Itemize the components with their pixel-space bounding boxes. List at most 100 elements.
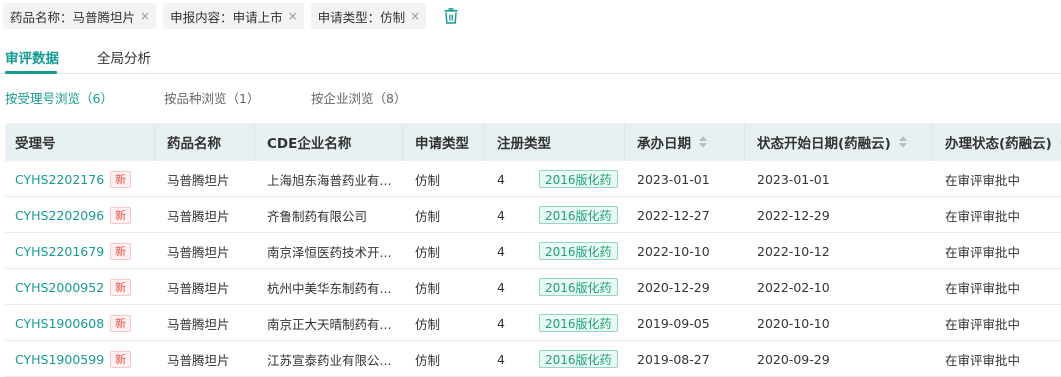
accept-date-cell: 2019-08-27 [637,351,710,367]
company-cell: 上海旭东海普药业有... [267,172,392,188]
drug-name-cell: 马普腾坦片 [167,352,230,368]
table-header: 受理号 药品名称 CDE企业名称 申请类型 注册类型 承办日期 状态开始日期(药… [5,123,1061,161]
main-tabs: 审评数据 全局分析 [0,38,1061,74]
table-row[interactable]: CYHS1900599 新 马普腾坦片 江苏宣泰药业有限公... 仿制 4 20… [5,341,1061,377]
status-date-cell: 2020-10-10 [757,315,830,331]
status-cell: 在审评审批中 [945,352,1021,368]
drug-name-cell: 马普腾坦片 [167,244,230,260]
reg-number-cell: 4 [497,171,505,187]
status-date-cell: 2022-02-10 [757,279,830,295]
trash-icon[interactable] [442,6,460,26]
table-row[interactable]: CYHS1900608 新 马普腾坦片 南京正大天晴制药有... 仿制 4 20… [5,305,1061,341]
header-acceptance-no: 受理号 [15,136,56,152]
acceptance-no-link[interactable]: CYHS2201679 [15,244,104,259]
header-status-start-date-label: 状态开始日期(药融云) [757,136,891,152]
drug-name-cell: 马普腾坦片 [167,208,230,224]
tab-review-data[interactable]: 审评数据 [5,47,59,67]
status-cell: 在审评审批中 [945,172,1021,188]
apply-type-cell: 仿制 [415,352,441,368]
subtab-by-variety[interactable]: 按品种浏览（1） [164,88,259,107]
header-status-start-date[interactable]: 状态开始日期(药融云) [757,123,907,161]
subtab-by-company[interactable]: 按企业浏览（8） [311,88,406,107]
accept-date-cell: 2020-12-29 [637,279,710,295]
header-company: CDE企业名称 [267,136,352,152]
column-divider [254,123,255,161]
acceptance-no-cell: CYHS2202176 新 [15,161,132,197]
reg-badge-cell: 2016版化药 [539,233,618,269]
acceptance-no-link[interactable]: CYHS2202096 [15,208,104,223]
filter-chip-drug-name[interactable]: 药品名称：马普腾坦片 × [3,3,157,29]
status-cell: 在审评审批中 [945,316,1021,332]
acceptance-no-cell: CYHS1900608 新 [15,305,132,341]
acceptance-no-cell: CYHS2202096 新 [15,197,132,233]
filter-chip-label: 药品名称：马普腾坦片 [10,9,136,25]
reg-number-cell: 4 [497,351,505,367]
new-badge: 新 [110,170,132,188]
acceptance-no-cell: CYHS2000952 新 [15,269,132,305]
apply-type-cell: 仿制 [415,208,441,224]
header-apply-type: 申请类型 [415,136,469,152]
new-badge: 新 [110,314,132,332]
new-badge: 新 [110,278,132,296]
reg-number-cell: 4 [497,207,505,223]
company-cell: 齐鲁制药有限公司 [267,208,368,224]
close-icon[interactable]: × [288,9,298,23]
accept-date-cell: 2019-09-05 [637,315,710,331]
column-divider [744,123,745,161]
reg-badge-cell: 2016版化药 [539,197,618,233]
reg-number-cell: 4 [497,279,505,295]
apply-type-cell: 仿制 [415,172,441,188]
close-icon[interactable]: × [410,9,420,23]
filter-chip-apply-type[interactable]: 申请类型：仿制 × [310,3,427,29]
filter-chip-label: 申请类型：仿制 [317,9,406,25]
sort-icon[interactable] [898,136,907,148]
table-row[interactable]: CYHS2202096 新 马普腾坦片 齐鲁制药有限公司 仿制 4 2016版化… [5,197,1061,233]
reg-type-badge: 2016版化药 [539,242,618,260]
company-cell: 南京泽恒医药技术开... [267,244,392,260]
column-divider [484,123,485,161]
header-drug-name: 药品名称 [167,136,221,152]
reg-badge-cell: 2016版化药 [539,341,618,377]
header-status-label: 办理状态(药融云) [945,136,1052,152]
header-reg-type: 注册类型 [497,136,551,152]
subtab-by-acceptance-no[interactable]: 按受理号浏览（6） [5,88,113,107]
active-tab-indicator [5,71,57,74]
reg-number-cell: 4 [497,243,505,259]
drug-name-cell: 马普腾坦片 [167,316,230,332]
column-divider [154,123,155,161]
status-cell: 在审评审批中 [945,280,1021,296]
reg-type-badge: 2016版化药 [539,350,618,368]
reg-type-badge: 2016版化药 [539,278,618,296]
filter-bar: 药品名称：马普腾坦片 × 申报内容：申请上市 × 申请类型：仿制 × [3,3,460,29]
browse-mode-tabs: 按受理号浏览（6） 按品种浏览（1） 按企业浏览（8） [0,88,1061,108]
reg-number-cell: 4 [497,315,505,331]
acceptance-no-link[interactable]: CYHS2202176 [15,172,104,187]
sort-icon[interactable] [699,136,707,148]
header-status[interactable]: 办理状态(药融云) [945,123,1061,161]
drug-name-cell: 马普腾坦片 [167,172,230,188]
table-row[interactable]: CYHS2000952 新 马普腾坦片 杭州中美华东制药有... 仿制 4 20… [5,269,1061,305]
acceptance-no-link[interactable]: CYHS1900608 [15,316,104,331]
apply-type-cell: 仿制 [415,280,441,296]
header-accept-date[interactable]: 承办日期 [637,123,707,161]
reg-badge-cell: 2016版化药 [539,161,618,197]
acceptance-no-cell: CYHS1900599 新 [15,341,132,377]
table-row[interactable]: CYHS2202176 新 马普腾坦片 上海旭东海普药业有... 仿制 4 20… [5,161,1061,197]
filter-chip-label: 申报内容：申请上市 [170,9,283,25]
acceptance-no-link[interactable]: CYHS2000952 [15,280,104,295]
new-badge: 新 [110,242,132,260]
close-icon[interactable]: × [140,9,150,23]
status-date-cell: 2023-01-01 [757,171,830,187]
company-cell: 江苏宣泰药业有限公... [267,352,392,368]
status-cell: 在审评审批中 [945,208,1021,224]
status-date-cell: 2020-09-29 [757,351,830,367]
tab-global-analysis[interactable]: 全局分析 [97,47,151,67]
filter-chip-submission[interactable]: 申报内容：申请上市 × [163,3,304,29]
accept-date-cell: 2023-01-01 [637,171,710,187]
column-divider [932,123,933,161]
drug-name-cell: 马普腾坦片 [167,280,230,296]
table-body: CYHS2202176 新 马普腾坦片 上海旭东海普药业有... 仿制 4 20… [5,161,1061,377]
reg-badge-cell: 2016版化药 [539,305,618,341]
table-row[interactable]: CYHS2201679 新 马普腾坦片 南京泽恒医药技术开... 仿制 4 20… [5,233,1061,269]
acceptance-no-link[interactable]: CYHS1900599 [15,352,104,367]
